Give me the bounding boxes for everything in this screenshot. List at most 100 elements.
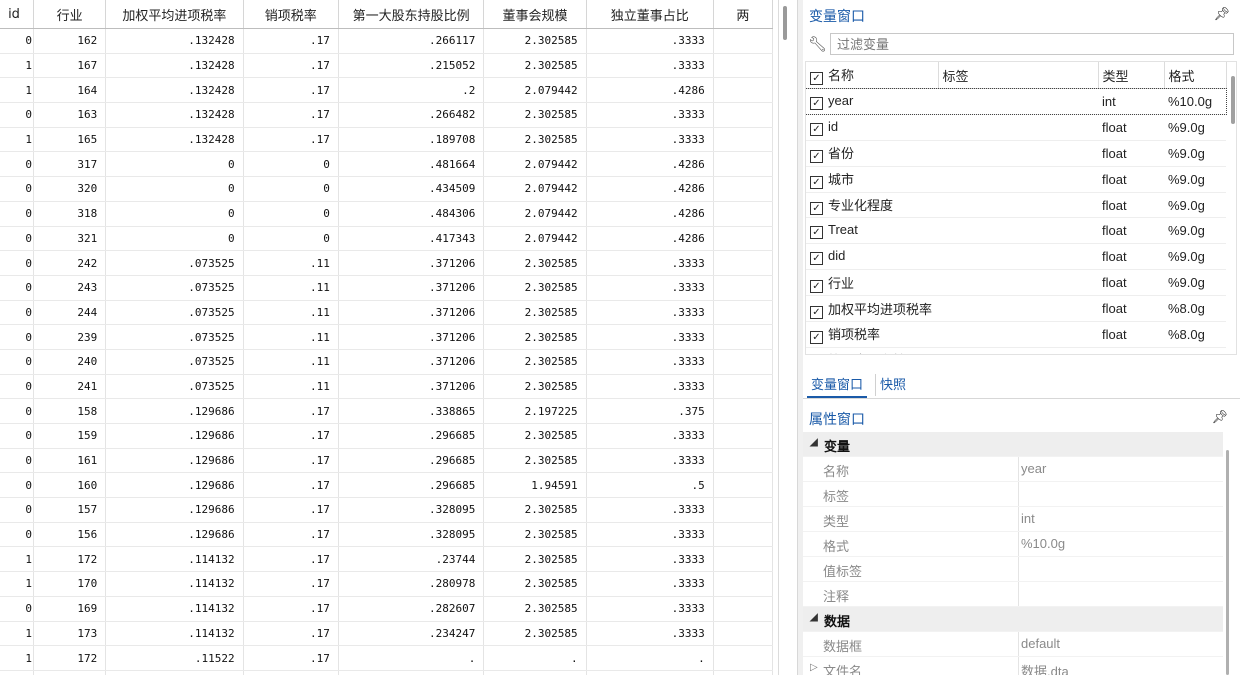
variable-type-cell[interactable]: float bbox=[1098, 321, 1164, 348]
table-row[interactable]: 0 162.132428.17.266117 2.302585.3333 bbox=[0, 28, 774, 54]
grid-column-header[interactable]: 独立董事占比 bbox=[586, 0, 714, 29]
table-cell[interactable] bbox=[713, 300, 774, 326]
table-cell[interactable]: .17 bbox=[243, 546, 339, 573]
table-cell[interactable]: 0 bbox=[0, 102, 35, 128]
grid-column-header[interactable]: 销项税率 bbox=[243, 0, 339, 29]
grid-column-header[interactable]: id bbox=[0, 0, 35, 29]
table-cell[interactable]: 2.302585 bbox=[483, 275, 587, 301]
variable-format-cell[interactable]: %9.0g bbox=[1164, 347, 1226, 354]
table-cell[interactable]: 2.302585 bbox=[483, 546, 587, 573]
table-cell[interactable]: 2.302585 bbox=[483, 374, 587, 400]
table-cell[interactable]: 0 bbox=[243, 176, 339, 202]
table-cell[interactable]: . bbox=[483, 645, 587, 671]
table-cell[interactable]: .11 bbox=[243, 349, 339, 375]
property-value[interactable]: %10.0g bbox=[1021, 536, 1065, 551]
table-cell[interactable]: 0 bbox=[243, 201, 339, 227]
table-cell[interactable]: .11 bbox=[243, 374, 339, 400]
variable-name-cell[interactable]: ✓ 行业 bbox=[806, 269, 938, 297]
table-cell[interactable] bbox=[713, 250, 774, 276]
table-cell[interactable] bbox=[713, 349, 774, 375]
table-cell[interactable]: 1 bbox=[0, 571, 35, 597]
table-cell[interactable]: .114132 bbox=[105, 546, 244, 573]
table-cell[interactable] bbox=[713, 448, 774, 474]
table-row[interactable]: 1 173.114132.17.234247 2.302585.3333 bbox=[0, 621, 774, 647]
table-cell[interactable]: 172 bbox=[33, 645, 107, 671]
table-cell[interactable]: 0 bbox=[105, 201, 244, 227]
properties-section-header[interactable]: ◢ 数据 bbox=[803, 607, 1223, 632]
table-cell[interactable]: 2.079442 bbox=[483, 226, 587, 252]
table-cell[interactable]: 2.302585 bbox=[483, 349, 587, 375]
table-cell[interactable] bbox=[713, 275, 774, 301]
table-cell[interactable]: .129686 bbox=[105, 497, 244, 523]
table-cell[interactable]: 2.302585 bbox=[483, 522, 587, 548]
variable-label-cell[interactable] bbox=[938, 192, 1098, 219]
table-cell[interactable]: 157 bbox=[33, 497, 107, 523]
table-cell[interactable]: .3333 bbox=[586, 374, 714, 400]
variable-format-cell[interactable]: %9.0g bbox=[1164, 192, 1226, 219]
table-cell[interactable]: 2.079442 bbox=[483, 201, 587, 227]
table-cell[interactable]: .280978 bbox=[338, 571, 485, 597]
variable-row[interactable]: ✓ 省份 float %9.0g bbox=[806, 140, 1226, 167]
table-cell[interactable]: .129686 bbox=[105, 472, 244, 499]
variable-label-cell[interactable] bbox=[938, 321, 1098, 348]
table-cell[interactable]: .129686 bbox=[105, 448, 244, 474]
table-cell[interactable]: .17 bbox=[243, 670, 339, 675]
table-cell[interactable]: .17 bbox=[243, 28, 339, 54]
table-cell[interactable]: .296685 bbox=[338, 448, 485, 474]
table-row[interactable]: 0 158.129686.17.338865 2.197225.375 bbox=[0, 398, 774, 424]
variable-name-cell[interactable]: ✓ 加权平均进项税率 bbox=[806, 295, 938, 323]
grid-vertical-scrollbar[interactable] bbox=[778, 0, 797, 675]
table-cell[interactable] bbox=[713, 28, 774, 54]
grid-column-header[interactable]: 加权平均进项税率 bbox=[105, 0, 244, 29]
table-cell[interactable]: 165 bbox=[33, 127, 107, 153]
variable-name-cell[interactable]: ✓ Treat bbox=[806, 217, 938, 245]
variable-name-cell[interactable]: ✓ 省份 bbox=[806, 140, 938, 167]
table-cell[interactable]: .17 bbox=[243, 423, 339, 449]
table-cell[interactable]: 243 bbox=[33, 275, 107, 301]
pin-icon[interactable]: 📌︎ bbox=[1211, 409, 1228, 425]
table-cell[interactable] bbox=[713, 596, 774, 622]
table-cell[interactable]: .3333 bbox=[586, 28, 714, 54]
table-cell[interactable]: .371206 bbox=[338, 250, 485, 276]
table-cell[interactable]: .114132 bbox=[105, 621, 244, 647]
table-row[interactable]: 0 239.073525.11.371206 2.302585.3333 bbox=[0, 324, 774, 350]
variable-label-cell[interactable] bbox=[938, 140, 1098, 167]
table-cell[interactable]: 0 bbox=[0, 374, 35, 400]
table-cell[interactable] bbox=[713, 423, 774, 449]
property-value[interactable]: 数据.dta bbox=[1021, 661, 1069, 675]
table-cell[interactable]: .371206 bbox=[338, 349, 485, 375]
table-row[interactable]: 0 318 0 0.484306 2.079442.4286 bbox=[0, 201, 774, 227]
pin-icon[interactable]: 📌︎ bbox=[1213, 6, 1230, 22]
table-cell[interactable]: 0 bbox=[105, 226, 244, 252]
table-cell[interactable]: .17 bbox=[243, 398, 339, 424]
variable-checkbox[interactable]: ✓ bbox=[810, 96, 823, 110]
table-cell[interactable] bbox=[713, 571, 774, 597]
variable-row[interactable]: ✓ did float %9.0g bbox=[806, 243, 1226, 271]
table-cell[interactable]: .17 bbox=[243, 53, 339, 79]
table-cell[interactable]: 0 bbox=[0, 176, 35, 202]
table-cell[interactable]: .114132 bbox=[105, 596, 244, 622]
variable-label-cell[interactable] bbox=[938, 166, 1098, 193]
variable-label-cell[interactable] bbox=[938, 269, 1098, 297]
expand-icon[interactable]: ▷ bbox=[810, 662, 818, 673]
grid-column-header[interactable]: 董事会规模 bbox=[483, 0, 587, 29]
table-cell[interactable]: 1.94591 bbox=[483, 472, 587, 499]
property-row[interactable]: ▷ 文件名 数据.dta bbox=[803, 657, 1223, 675]
variable-type-cell[interactable]: float bbox=[1098, 243, 1164, 271]
table-row[interactable]: 0 163.132428.17.266482 2.302585.3333 bbox=[0, 102, 774, 128]
data-grid[interactable]: id 行业 加权平均进项税率 销项税率 第一大股东持股比例 董事会规模 独立董事占比两 01… bbox=[0, 0, 778, 675]
table-cell[interactable]: 0 bbox=[0, 151, 35, 178]
variable-format-cell[interactable]: %9.0g bbox=[1164, 217, 1226, 245]
variables-scroll-thumb[interactable] bbox=[1231, 76, 1235, 124]
table-cell[interactable]: 0 bbox=[0, 300, 35, 326]
property-value[interactable]: int bbox=[1021, 511, 1035, 526]
table-cell[interactable]: .114132 bbox=[105, 571, 244, 597]
property-row[interactable]: 数据框 default bbox=[803, 632, 1223, 657]
table-cell[interactable]: .3333 bbox=[586, 522, 714, 548]
variable-row[interactable]: ✓ 销项税率 float %8.0g bbox=[806, 321, 1226, 348]
table-cell[interactable]: .4286 bbox=[586, 77, 714, 104]
variable-checkbox[interactable]: ✓ bbox=[810, 202, 823, 215]
table-cell[interactable]: .296685 bbox=[338, 472, 485, 499]
table-cell[interactable] bbox=[713, 151, 774, 178]
variable-label-cell[interactable] bbox=[938, 88, 1098, 115]
